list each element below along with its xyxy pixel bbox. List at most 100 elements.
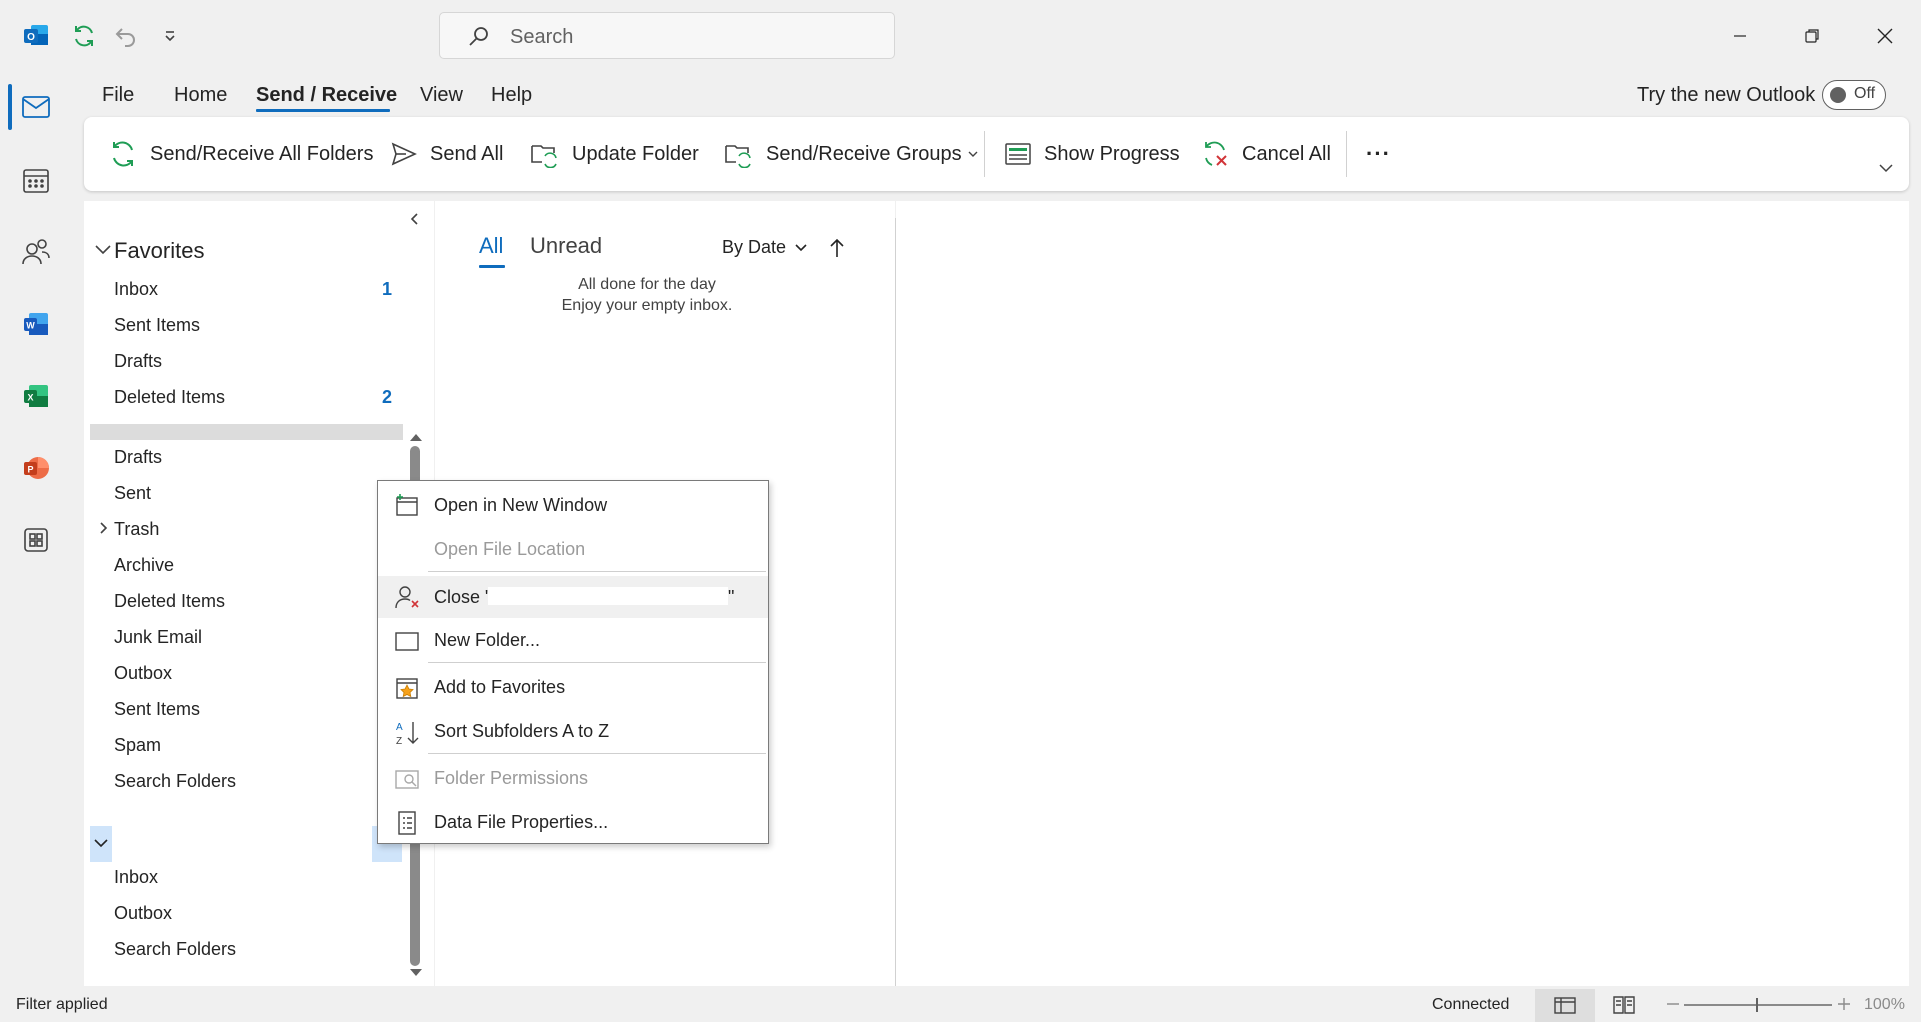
tab-send-receive[interactable]: Send / Receive (256, 84, 397, 107)
calendar-icon[interactable] (14, 158, 58, 202)
menu-sort-subfolders[interactable]: A Z Sort Subfolders A to Z (378, 711, 768, 751)
menu-separator (428, 753, 766, 754)
sort-by-label: By Date (722, 237, 787, 257)
folder-drafts[interactable]: Drafts (114, 447, 162, 468)
cancel-all-label: Cancel All (1242, 142, 1331, 165)
folder-deleted-items[interactable]: Deleted Items (114, 591, 225, 612)
filter-tab-unread[interactable]: Unread (530, 233, 602, 259)
folder-permissions-icon (394, 766, 420, 792)
cancel-all-button[interactable]: Cancel All (1200, 117, 1331, 191)
folder-search-folders[interactable]: Search Folders (114, 771, 236, 792)
folder-sent[interactable]: Sent (114, 483, 151, 504)
folder-outbox[interactable]: Outbox (114, 903, 172, 924)
favorite-drafts[interactable]: Drafts (114, 351, 162, 372)
chevron-down-icon[interactable] (94, 243, 112, 257)
account-collapse-button[interactable] (90, 826, 112, 862)
favorites-header[interactable]: Favorites (114, 238, 204, 264)
powerpoint-icon[interactable]: P (14, 446, 58, 490)
collapse-pane-icon[interactable] (409, 212, 421, 226)
folder-archive[interactable]: Archive (114, 555, 174, 576)
more-options-button[interactable]: ··· (1366, 117, 1391, 191)
new-outlook-toggle[interactable]: Off (1822, 80, 1886, 110)
tab-help[interactable]: Help (491, 84, 532, 107)
menu-data-file-properties[interactable]: Data File Properties... (378, 802, 768, 842)
zoom-slider-thumb[interactable] (1756, 998, 1758, 1012)
outlook-logo-icon: O (18, 18, 54, 54)
tab-file[interactable]: File (102, 84, 134, 107)
sort-direction-arrow-icon[interactable] (829, 237, 845, 259)
word-icon[interactable]: W (14, 302, 58, 346)
zoom-slider-track[interactable] (1684, 1004, 1832, 1006)
expand-ribbon-icon[interactable] (1878, 163, 1894, 173)
empty-state-subtitle: Enjoy your empty inbox. (561, 297, 733, 314)
folder-context-menu: Open in New Window Open File Location Cl… (377, 480, 769, 844)
menu-open-file-location: Open File Location (378, 529, 768, 569)
chevron-right-icon[interactable] (99, 521, 109, 535)
search-box[interactable]: Search (439, 12, 895, 59)
folder-sent-items[interactable]: Sent Items (114, 699, 200, 720)
progress-icon (1004, 141, 1032, 167)
show-progress-button[interactable]: Show Progress (1004, 117, 1180, 191)
empty-state-title: All done for the day (578, 276, 716, 293)
send-receive-groups-button[interactable]: Send/Receive Groups (724, 117, 978, 191)
zoom-level[interactable]: 100% (1864, 996, 1905, 1014)
reading-view-icon[interactable] (1610, 994, 1638, 1016)
search-icon (467, 24, 491, 48)
apps-icon[interactable] (14, 518, 58, 562)
active-tab-underline (256, 109, 390, 112)
menu-add-to-favorites[interactable]: Add to Favorites (378, 667, 768, 707)
folder-spam[interactable]: Spam (114, 735, 161, 756)
filter-tab-all[interactable]: All (479, 233, 503, 259)
menu-new-folder[interactable]: New Folder... (378, 620, 768, 660)
tab-view[interactable]: View (420, 84, 463, 107)
mail-icon[interactable] (14, 85, 58, 129)
unread-count-badge: 2 (382, 387, 393, 407)
quick-access-dropdown-icon[interactable] (152, 18, 188, 54)
scroll-down-arrow-icon[interactable] (409, 968, 423, 978)
reading-pane (896, 201, 1909, 986)
ribbon-divider (984, 131, 985, 177)
people-icon[interactable] (14, 230, 58, 274)
tab-home[interactable]: Home (174, 84, 227, 107)
undo-icon[interactable] (108, 18, 144, 54)
close-window-button[interactable] (1860, 14, 1910, 58)
restore-button[interactable] (1787, 14, 1837, 58)
toggle-knob (1830, 87, 1846, 103)
send-icon (390, 141, 418, 167)
update-folder-button[interactable]: Update Folder (530, 117, 699, 191)
folder-inbox[interactable]: Inbox (114, 867, 158, 888)
favorite-inbox[interactable]: Inbox (114, 279, 158, 300)
excel-icon[interactable]: X (14, 374, 58, 418)
unread-count-badge: 1 (382, 279, 393, 299)
folder-outbox[interactable]: Outbox (114, 663, 172, 684)
menu-label: Data File Properties... (434, 811, 609, 832)
menu-label-suffix: " (728, 586, 735, 607)
favorite-sent-items[interactable]: Sent Items (114, 315, 200, 336)
menu-open-new-window[interactable]: Open in New Window (378, 485, 768, 525)
ribbon-divider (1346, 131, 1347, 177)
menu-label: Add to Favorites (434, 676, 566, 697)
minimize-button[interactable] (1715, 14, 1765, 58)
menu-close-account[interactable]: Close " " (378, 576, 768, 618)
folder-junk-email[interactable]: Junk Email (114, 627, 202, 648)
send-receive-groups-icon (724, 140, 754, 168)
menu-label: Open in New Window (434, 494, 608, 515)
zoom-out-icon[interactable] (1666, 997, 1680, 1011)
folder-trash[interactable]: Trash (114, 519, 159, 540)
send-all-button[interactable]: Send All (390, 117, 503, 191)
sort-by-dropdown[interactable]: By Date (722, 237, 808, 258)
svg-text:X: X (27, 393, 33, 403)
menu-separator (428, 571, 766, 572)
svg-text:Z: Z (396, 736, 402, 747)
sync-icon[interactable] (66, 18, 102, 54)
folder-search-folders[interactable]: Search Folders (114, 939, 236, 960)
send-receive-all-folders-button[interactable]: Send/Receive All Folders (108, 117, 373, 191)
scroll-up-arrow-icon[interactable] (409, 432, 423, 442)
toggle-label: Off (1854, 85, 1876, 102)
favorite-deleted-items[interactable]: Deleted Items (114, 387, 225, 408)
svg-text:A: A (396, 722, 403, 733)
normal-view-button[interactable] (1535, 989, 1595, 1022)
menu-label-prefix: Close " (434, 586, 492, 607)
send-receive-all-label: Send/Receive All Folders (150, 142, 374, 165)
zoom-in-icon[interactable] (1837, 997, 1851, 1011)
